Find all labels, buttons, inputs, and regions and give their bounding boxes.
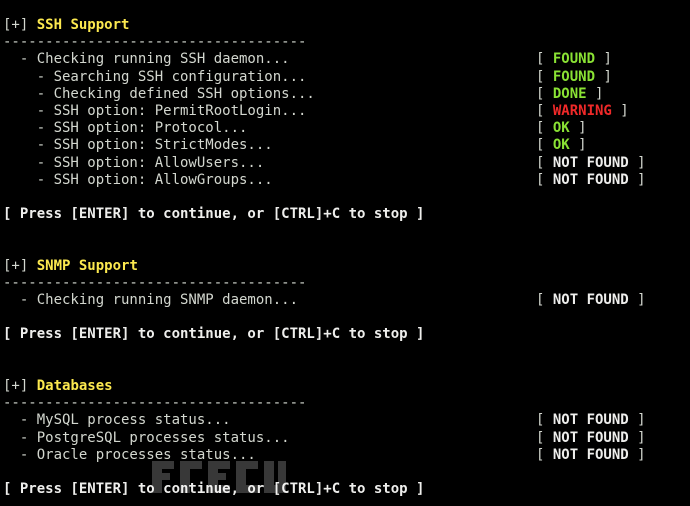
status-text: OK bbox=[552, 120, 570, 137]
check-label: - PostgreSQL processes status... bbox=[3, 429, 290, 446]
check-label: - Checking running SSH daemon... bbox=[3, 51, 290, 68]
status-bracket-open: [ bbox=[536, 171, 553, 188]
status-badge: [ OK ] bbox=[536, 120, 587, 137]
check-row: - SSH option: AllowGroups... [ NOT FOUND … bbox=[3, 172, 687, 189]
check-label: - SSH option: Protocol... bbox=[3, 120, 248, 137]
status-text: FOUND bbox=[552, 68, 596, 85]
section-marker: [+] bbox=[3, 17, 29, 33]
status-text: NOT FOUND bbox=[552, 292, 629, 308]
status-bracket-open: [ bbox=[536, 102, 553, 119]
status-bracket-close: ] bbox=[595, 68, 612, 85]
check-row: - SSH option: PermitRootLogin... [ WARNIN… bbox=[3, 103, 687, 120]
check-row: - Checking running SNMP daemon... [ NOT F… bbox=[3, 292, 687, 309]
status-badge: [ NOT FOUND ] bbox=[536, 155, 646, 172]
status-text: DONE bbox=[552, 85, 587, 102]
status-bracket-close: ] bbox=[586, 85, 604, 102]
status-bracket-close: ] bbox=[628, 446, 646, 463]
status-bracket-open: [ bbox=[536, 85, 553, 102]
section-header: [+] Databases bbox=[3, 378, 687, 395]
status-bracket-close: ] bbox=[595, 51, 612, 68]
section-header: [+] SSH Support bbox=[3, 17, 687, 34]
terminal-output: [+] SSH Support -------------------------… bbox=[3, 17, 687, 498]
check-row: - Searching SSH configuration... [ FOUND … bbox=[3, 69, 687, 86]
check-label: - Oracle processes status... bbox=[3, 446, 256, 463]
status-bracket-open: [ bbox=[536, 137, 553, 154]
status-badge: [ OK ] bbox=[536, 137, 587, 154]
status-bracket-close: ] bbox=[628, 171, 646, 188]
check-label: - SSH option: PermitRootLogin... bbox=[3, 102, 307, 119]
section-marker: [+] bbox=[3, 257, 29, 274]
check-label: - Checking running SNMP daemon... bbox=[3, 292, 299, 308]
status-bracket-close: ] bbox=[611, 102, 629, 119]
status-badge: [ NOT FOUND ] bbox=[536, 447, 646, 464]
status-bracket-close: ] bbox=[628, 412, 646, 429]
status-bracket-open: [ bbox=[536, 120, 553, 137]
check-row: - SSH option: Protocol... [ OK ] bbox=[3, 120, 687, 137]
status-badge: [ NOT FOUND ] bbox=[536, 430, 646, 447]
status-badge: [ DONE ] bbox=[536, 86, 603, 103]
check-label: - Checking defined SSH options... bbox=[3, 85, 315, 102]
status-text: NOT FOUND bbox=[552, 446, 629, 463]
section-title: Databases bbox=[36, 377, 113, 394]
section-header: [+] SNMP Support bbox=[3, 258, 687, 275]
status-text: NOT FOUND bbox=[552, 429, 629, 446]
status-bracket-close: ] bbox=[628, 292, 646, 308]
status-text: NOT FOUND bbox=[552, 412, 629, 429]
section-title: SSH Support bbox=[36, 17, 130, 33]
status-bracket-open: [ bbox=[536, 412, 553, 429]
status-bracket-close: ] bbox=[569, 137, 587, 154]
check-label: - SSH option: StrictModes... bbox=[3, 137, 273, 154]
status-badge: [ FOUND ] bbox=[536, 69, 612, 86]
status-text: WARNING bbox=[552, 102, 612, 119]
check-row: - Oracle processes status... [ NOT FOUND … bbox=[3, 447, 687, 464]
section-separator: ------------------------------------ bbox=[3, 395, 307, 412]
continue-prompt: [ Press [ENTER] to continue, or [CTRL]+C… bbox=[3, 481, 425, 498]
status-text: FOUND bbox=[552, 51, 596, 68]
section-title: SNMP Support bbox=[36, 257, 138, 274]
status-badge: [ NOT FOUND ] bbox=[536, 292, 646, 309]
check-label: - Searching SSH configuration... bbox=[3, 68, 307, 85]
section-separator: ------------------------------------ bbox=[3, 34, 307, 51]
status-bracket-close: ] bbox=[569, 120, 587, 137]
status-badge: [ FOUND ] bbox=[536, 51, 612, 68]
status-bracket-close: ] bbox=[628, 154, 646, 171]
status-bracket-open: [ bbox=[536, 154, 553, 171]
status-bracket-open: [ bbox=[536, 446, 553, 463]
check-row: - Checking running SSH daemon... [ FOUND … bbox=[3, 51, 687, 68]
check-row: - Checking defined SSH options... [ DONE … bbox=[3, 86, 687, 103]
status-badge: [ NOT FOUND ] bbox=[536, 172, 646, 189]
continue-prompt: [ Press [ENTER] to continue, or [CTRL]+C… bbox=[3, 206, 425, 223]
section-marker: [+] bbox=[3, 377, 29, 394]
check-label: - MySQL process status... bbox=[3, 412, 231, 429]
check-row: - SSH option: StrictModes... [ OK ] bbox=[3, 137, 687, 154]
status-badge: [ WARNING ] bbox=[536, 103, 629, 120]
check-row: - SSH option: AllowUsers... [ NOT FOUND ] bbox=[3, 155, 687, 172]
check-row: - MySQL process status... [ NOT FOUND ] bbox=[3, 412, 687, 429]
check-label: - SSH option: AllowGroups... bbox=[3, 171, 273, 188]
status-badge: [ NOT FOUND ] bbox=[536, 412, 646, 429]
status-text: OK bbox=[552, 137, 570, 154]
section-separator: ------------------------------------ bbox=[3, 274, 307, 291]
status-bracket-open: [ bbox=[536, 429, 553, 446]
check-row: - PostgreSQL processes status... [ NOT FO… bbox=[3, 430, 687, 447]
status-text: NOT FOUND bbox=[552, 154, 629, 171]
check-label: - SSH option: AllowUsers... bbox=[3, 154, 265, 171]
continue-prompt: [ Press [ENTER] to continue, or [CTRL]+C… bbox=[3, 326, 425, 343]
status-bracket-open: [ bbox=[536, 51, 553, 68]
status-bracket-close: ] bbox=[628, 429, 646, 446]
status-bracket-open: [ bbox=[536, 68, 553, 85]
status-bracket-open: [ bbox=[536, 292, 553, 308]
status-text: NOT FOUND bbox=[552, 171, 629, 188]
